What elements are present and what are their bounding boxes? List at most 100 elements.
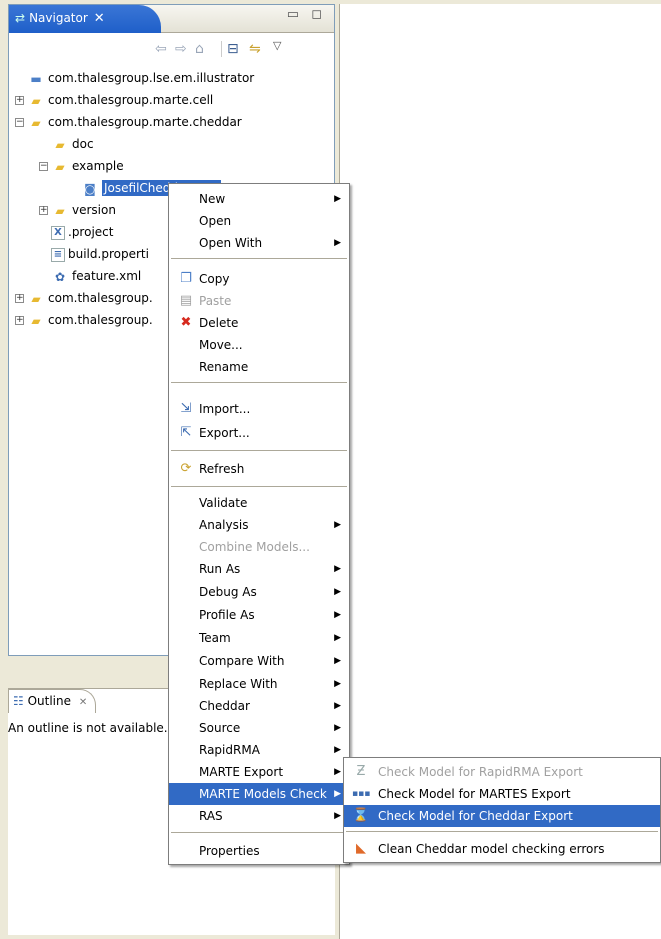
- menu-item-source[interactable]: Source ▶: [169, 717, 349, 739]
- menu-item-label: Profile As: [199, 608, 255, 622]
- submenu-arrow-icon: ▶: [334, 520, 341, 530]
- menu-item-label: Open With: [199, 236, 263, 250]
- feature-file-icon: ✿: [54, 269, 66, 284]
- menu-item-label: Team: [199, 631, 231, 645]
- menu-item-label: Combine Models...: [199, 540, 310, 554]
- tab-outline[interactable]: ☷ Outline ✕: [8, 689, 96, 713]
- tab-navigator[interactable]: ⇄ Navigator ✕: [9, 5, 161, 33]
- link-with-editor-icon[interactable]: ⇋: [249, 41, 261, 57]
- menu-item-label: Check Model for RapidRMA Export: [378, 765, 583, 779]
- tree-item-label: com.thalesgroup.marte.cheddar: [48, 115, 242, 129]
- menu-item-delete[interactable]: ✖ Delete: [169, 312, 349, 334]
- menu-item-label: RAS: [199, 809, 223, 823]
- menu-item-label: Move...: [199, 338, 243, 352]
- view-menu-icon[interactable]: ▽: [273, 39, 281, 52]
- tree-item[interactable]: + ▰ com.thalesgroup.: [15, 287, 153, 309]
- menu-item-debug-as[interactable]: Debug As ▶: [169, 581, 349, 603]
- collapse-icon[interactable]: −: [39, 162, 48, 171]
- submenu-arrow-icon: ▶: [334, 194, 341, 204]
- rapidrma-icon: Ƶ: [356, 764, 366, 779]
- menu-item-label: Copy: [199, 272, 230, 286]
- menu-separator: [171, 832, 347, 833]
- tree-item[interactable]: + ▰ com.thalesgroup.: [15, 309, 153, 331]
- tree-item-label: com.thalesgroup.lse.em.illustrator: [48, 71, 255, 85]
- submenu-arrow-icon: ▶: [334, 701, 341, 711]
- tree-item[interactable]: ▰ doc: [39, 133, 93, 155]
- menu-item-label: Validate: [199, 496, 248, 510]
- submenu-arrow-icon: ▶: [334, 767, 341, 777]
- xml-file-icon: X: [51, 225, 65, 240]
- menu-item-label: New: [199, 192, 226, 206]
- menu-item-analysis[interactable]: Analysis ▶: [169, 514, 349, 536]
- menu-item-properties[interactable]: Properties: [169, 840, 349, 862]
- tree-item-label: example: [72, 159, 124, 173]
- menu-separator: [171, 450, 347, 451]
- tree-item[interactable]: ✿ feature.xml: [51, 265, 141, 287]
- menu-item-check-rapidrma[interactable]: Ƶ Check Model for RapidRMA Export: [344, 761, 660, 783]
- hourglass-icon: ⌛: [352, 808, 370, 823]
- navigator-tab-bar: ⇄ Navigator ✕ ▭ ◻: [9, 5, 334, 33]
- expand-icon[interactable]: +: [15, 294, 24, 303]
- tree-item[interactable]: ▬ com.thalesgroup.lse.em.illustrator: [15, 67, 254, 89]
- project-icon: ▬: [30, 71, 42, 86]
- menu-item-check-martes[interactable]: ▪▪▪ Check Model for MARTES Export: [344, 783, 660, 805]
- menu-item-team[interactable]: Team ▶: [169, 627, 349, 649]
- expand-icon[interactable]: +: [15, 96, 24, 105]
- home-icon[interactable]: ⌂: [195, 41, 204, 57]
- menu-item-paste[interactable]: ▤ Paste: [169, 290, 349, 312]
- menu-item-replace-with[interactable]: Replace With ▶: [169, 673, 349, 695]
- menu-item-label: Debug As: [199, 585, 257, 599]
- menu-item-move[interactable]: Move...: [169, 334, 349, 356]
- menu-item-copy[interactable]: ❐ Copy: [169, 268, 349, 290]
- copy-icon: ❐: [180, 271, 192, 286]
- submenu-arrow-icon: ▶: [334, 789, 341, 799]
- menu-separator: [171, 486, 347, 487]
- collapse-all-icon[interactable]: ⊟: [227, 41, 239, 57]
- menu-item-refresh[interactable]: ⟳ Refresh: [169, 458, 349, 480]
- menu-item-check-cheddar[interactable]: ⌛ Check Model for Cheddar Export: [344, 805, 660, 827]
- menu-item-label: Compare With: [199, 654, 285, 668]
- minimize-maximize-icons[interactable]: ▭ ◻: [287, 7, 326, 22]
- menu-item-validate[interactable]: Validate: [169, 492, 349, 514]
- tree-item[interactable]: − ▰ example: [39, 155, 124, 177]
- folder-icon: ▰: [55, 137, 65, 152]
- menu-item-ras[interactable]: RAS ▶: [169, 805, 349, 827]
- collapse-icon[interactable]: −: [15, 118, 24, 127]
- window-buttons[interactable]: ▭ ◻: [287, 7, 326, 22]
- expand-icon[interactable]: +: [15, 316, 24, 325]
- menu-item-label: Check Model for Cheddar Export: [378, 809, 573, 823]
- menu-item-profile-as[interactable]: Profile As ▶: [169, 604, 349, 626]
- menu-item-open-with[interactable]: Open With ▶: [169, 232, 349, 254]
- tree-item[interactable]: + ▰ com.thalesgroup.marte.cell: [15, 89, 213, 111]
- menu-item-compare-with[interactable]: Compare With ▶: [169, 650, 349, 672]
- export-icon: ⇱: [180, 425, 192, 440]
- folder-icon: ▰: [31, 313, 41, 328]
- menu-item-marte-models-check[interactable]: MARTE Models Check ▶: [169, 783, 349, 805]
- close-icon[interactable]: ✕: [94, 11, 105, 26]
- menu-item-combine-models[interactable]: Combine Models...: [169, 536, 349, 558]
- outline-icon: ☷: [13, 694, 24, 708]
- expand-icon[interactable]: +: [39, 206, 48, 215]
- menu-item-label: Check Model for MARTES Export: [378, 787, 571, 801]
- tree-item[interactable]: X .project: [51, 221, 113, 243]
- folder-icon: ▰: [55, 203, 65, 218]
- menu-item-export[interactable]: ⇱ Export...: [169, 422, 349, 444]
- tree-item-label: build.properti: [68, 247, 149, 261]
- menu-item-clean-cheddar-errors[interactable]: ◣ Clean Cheddar model checking errors: [344, 838, 660, 860]
- menu-item-new[interactable]: New ▶: [169, 188, 349, 210]
- menu-item-open[interactable]: Open: [169, 210, 349, 232]
- tree-item[interactable]: + ▰ version: [39, 199, 116, 221]
- import-icon: ⇲: [180, 401, 192, 416]
- menu-item-marte-export[interactable]: MARTE Export ▶: [169, 761, 349, 783]
- forward-icon[interactable]: ⇨: [175, 41, 187, 57]
- menu-separator: [171, 258, 347, 259]
- tree-item[interactable]: ≡ build.properti: [51, 243, 149, 265]
- tree-item[interactable]: − ▰ com.thalesgroup.marte.cheddar: [15, 111, 242, 133]
- menu-item-run-as[interactable]: Run As ▶: [169, 558, 349, 580]
- menu-item-cheddar[interactable]: Cheddar ▶: [169, 695, 349, 717]
- back-icon[interactable]: ⇦: [155, 41, 167, 57]
- menu-item-import[interactable]: ⇲ Import...: [169, 398, 349, 420]
- menu-item-rename[interactable]: Rename: [169, 356, 349, 378]
- close-icon[interactable]: ✕: [79, 697, 87, 708]
- menu-item-rapidrma[interactable]: RapidRMA ▶: [169, 739, 349, 761]
